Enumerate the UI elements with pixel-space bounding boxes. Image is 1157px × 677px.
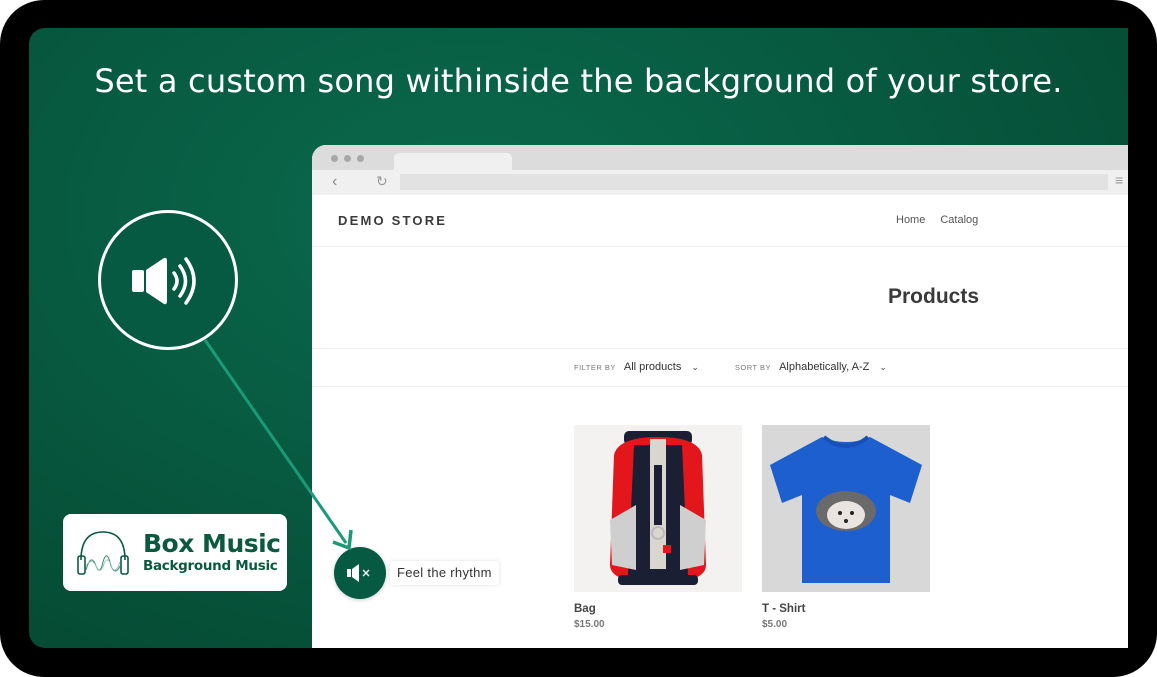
chevron-down-icon[interactable]: ⌄ bbox=[691, 362, 699, 373]
collection-filters: FILTER BY All products ⌄ SORT BY Alphabe… bbox=[574, 361, 887, 373]
speaker-volume-icon bbox=[132, 257, 196, 305]
promo-banner: Set a custom song withinside the backgro… bbox=[29, 28, 1128, 648]
product-image-tshirt[interactable] bbox=[762, 425, 930, 592]
browser-window: ‹ ↻ ≡ DEMO STORE Home Catalog Products F… bbox=[312, 145, 1128, 648]
product-card[interactable]: Bag $15.00 bbox=[574, 425, 742, 630]
store-nav: Home Catalog bbox=[896, 214, 978, 226]
speaker-muted-icon bbox=[347, 564, 370, 582]
divider bbox=[312, 246, 1128, 247]
store-brand[interactable]: DEMO STORE bbox=[338, 213, 447, 228]
chevron-left-icon[interactable]: ‹ bbox=[332, 173, 337, 191]
reload-icon[interactable]: ↻ bbox=[376, 173, 388, 190]
product-name[interactable]: T - Shirt bbox=[762, 603, 930, 615]
nav-home[interactable]: Home bbox=[896, 214, 925, 226]
headphones-icon bbox=[77, 530, 129, 575]
window-dot[interactable] bbox=[357, 155, 364, 162]
window-dot[interactable] bbox=[344, 155, 351, 162]
logo-subtitle: Background Music bbox=[143, 557, 278, 574]
player-tooltip: Feel the rhythm bbox=[390, 561, 499, 585]
product-price: $15.00 bbox=[574, 619, 605, 630]
window-dot[interactable] bbox=[331, 155, 338, 162]
device-frame: Set a custom song withinside the backgro… bbox=[0, 0, 1157, 677]
address-bar[interactable] bbox=[400, 174, 1108, 190]
divider bbox=[312, 348, 1128, 349]
nav-catalog[interactable]: Catalog bbox=[940, 214, 978, 226]
speaker-badge bbox=[98, 210, 238, 350]
sort-select[interactable]: Alphabetically, A-Z bbox=[779, 361, 869, 373]
filter-label: FILTER BY bbox=[574, 362, 616, 372]
box-music-logo: Box Music Background Music bbox=[63, 514, 287, 591]
music-player-toggle[interactable] bbox=[334, 547, 386, 599]
divider bbox=[312, 386, 1128, 387]
browser-tab[interactable] bbox=[394, 153, 512, 170]
product-name[interactable]: Bag bbox=[574, 603, 742, 615]
window-controls bbox=[331, 155, 364, 162]
product-card[interactable]: T - Shirt $5.00 bbox=[762, 425, 930, 630]
product-price: $5.00 bbox=[762, 619, 788, 630]
page-title: Products bbox=[888, 285, 980, 308]
browser-toolbar: ‹ ↻ ≡ bbox=[312, 170, 1128, 195]
filter-select[interactable]: All products bbox=[624, 361, 681, 373]
product-image-backpack[interactable] bbox=[574, 425, 742, 592]
hamburger-menu-icon[interactable]: ≡ bbox=[1115, 172, 1123, 188]
sort-label: SORT BY bbox=[734, 362, 772, 372]
chevron-down-icon[interactable]: ⌄ bbox=[879, 362, 887, 373]
logo-title: Box Music bbox=[143, 528, 281, 558]
browser-tab-bar bbox=[312, 145, 1128, 170]
headline: Set a custom song withinside the backgro… bbox=[94, 62, 1063, 100]
